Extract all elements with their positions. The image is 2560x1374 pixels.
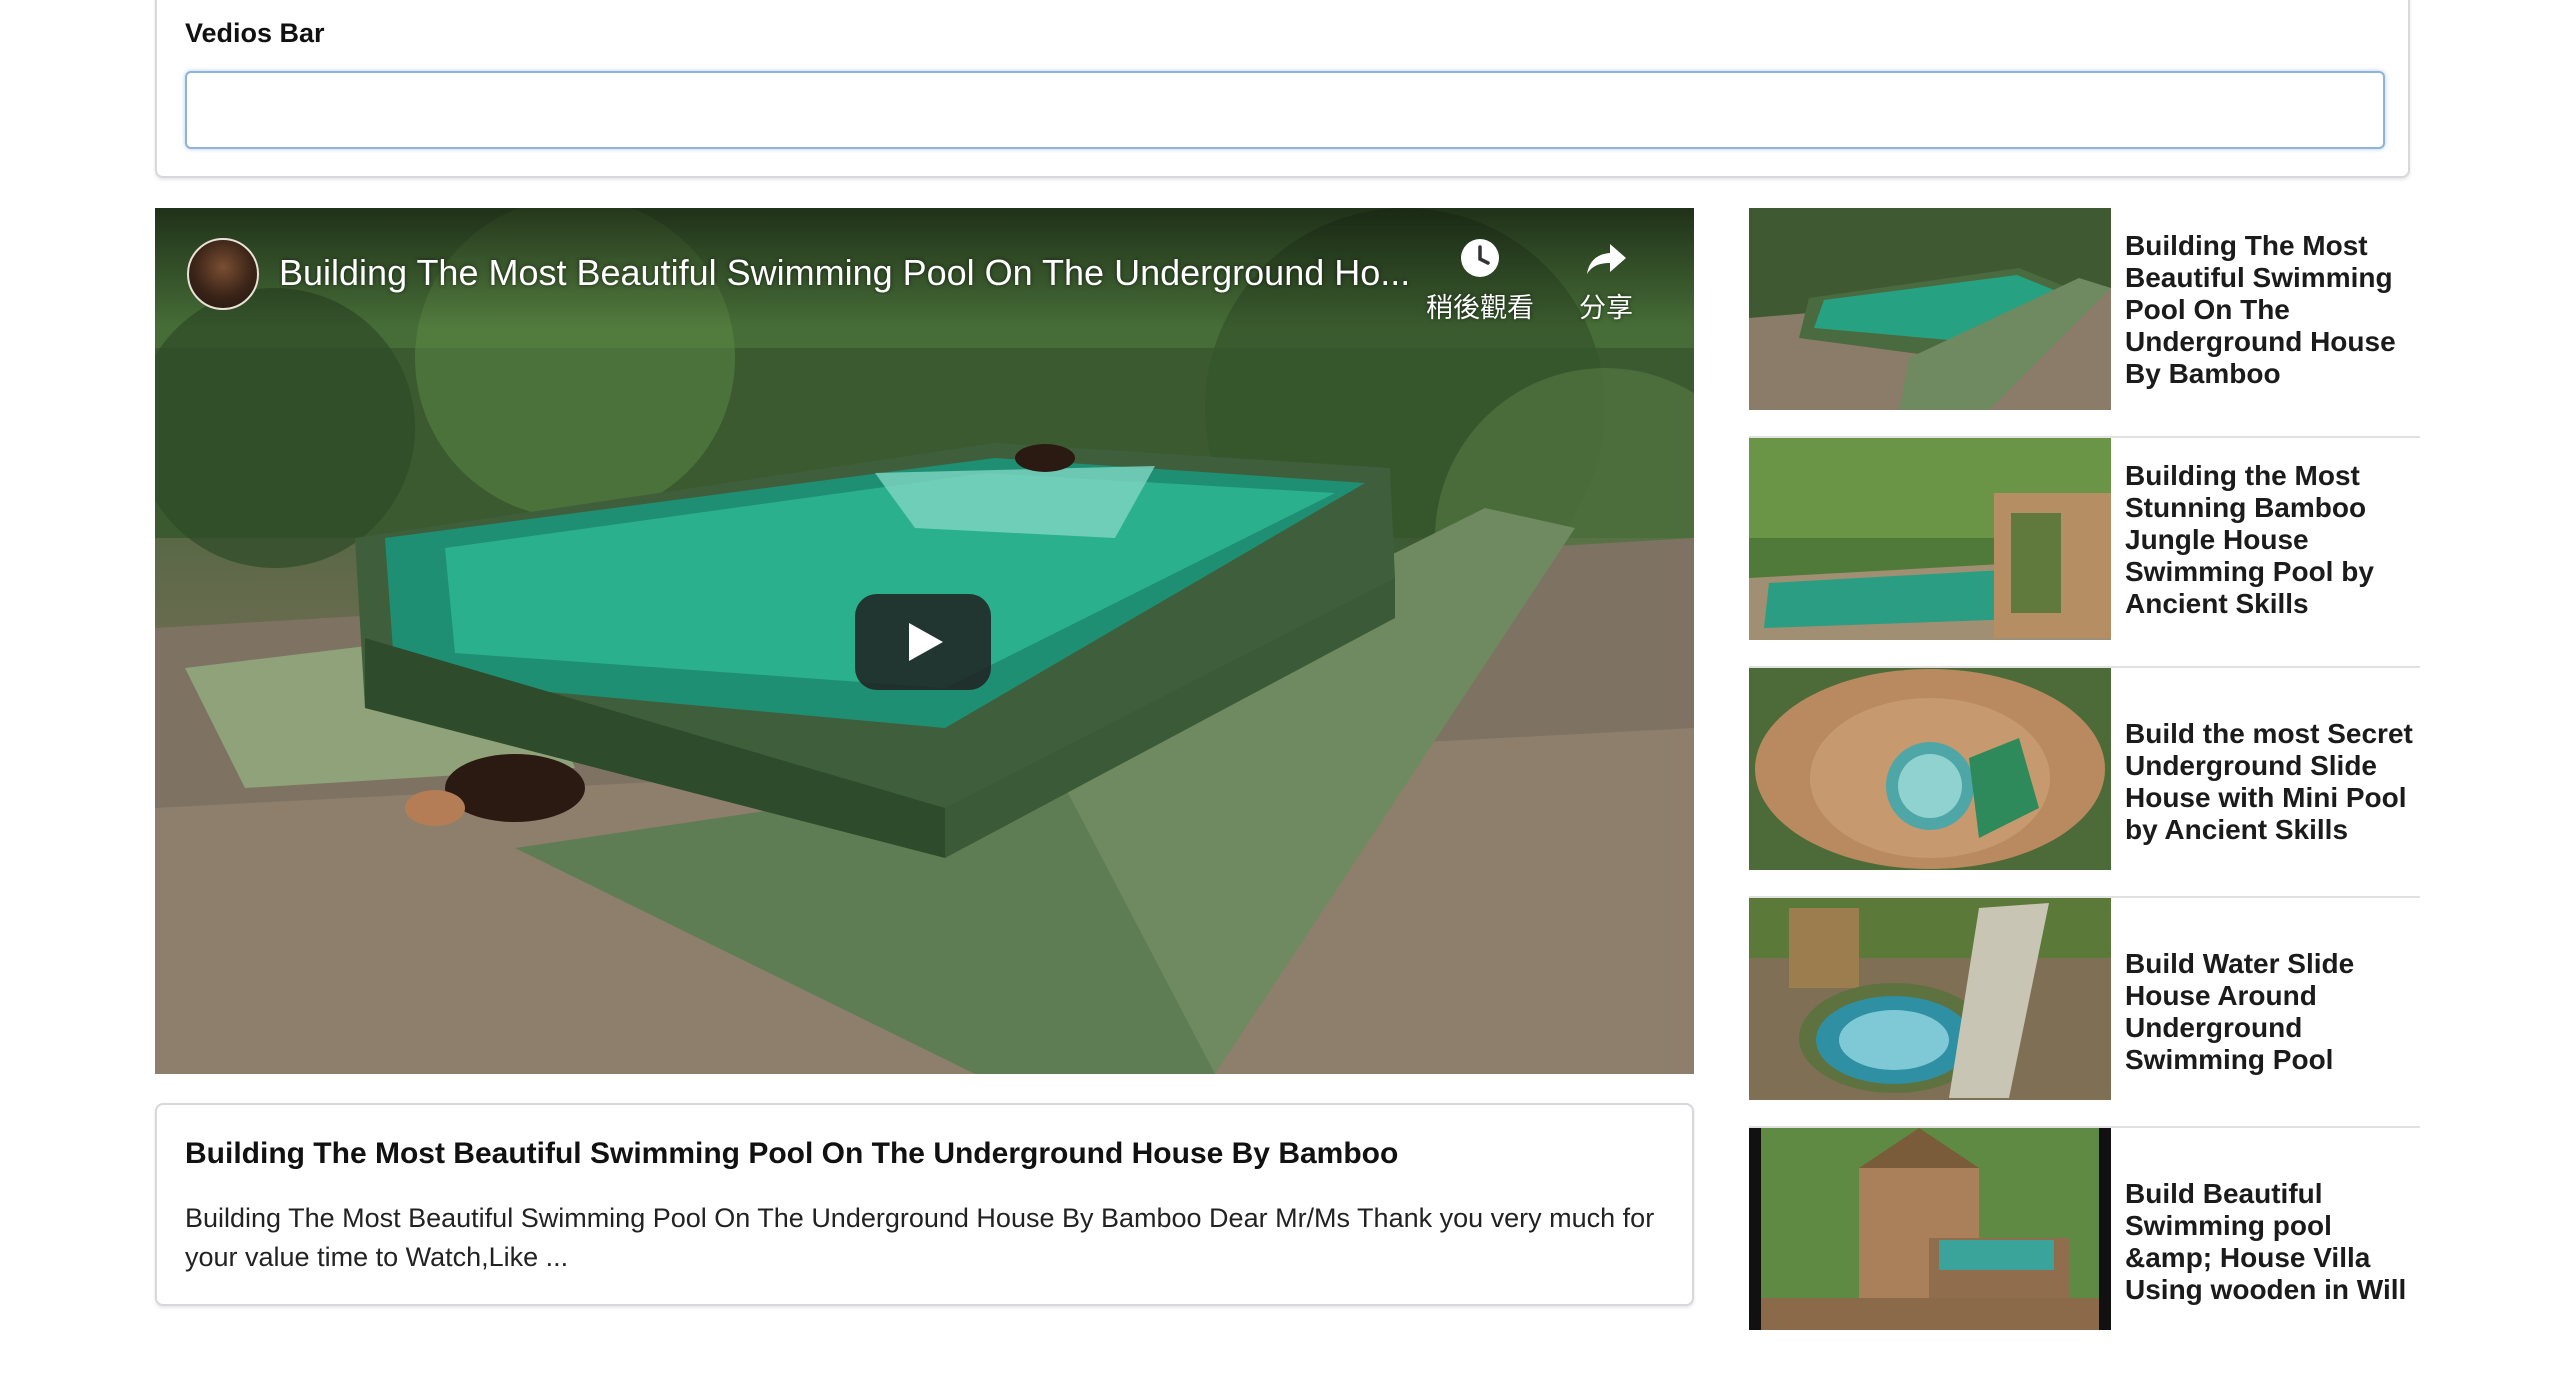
video-player[interactable]: Building The Most Beautiful Swimming Poo… (155, 208, 1694, 1074)
video-list-item[interactable]: Build the most Secret Underground Slide … (1749, 668, 2420, 898)
channel-avatar[interactable] (187, 238, 259, 310)
video-list-item-title[interactable]: Build the most Secret Underground Slide … (2125, 718, 2415, 846)
video-description-title: Building The Most Beautiful Swimming Poo… (185, 1137, 1399, 1170)
video-list-item-title[interactable]: Building the Most Stunning Bamboo Jungle… (2125, 460, 2415, 620)
video-thumbnail[interactable] (1749, 208, 2111, 410)
clock-icon (1461, 239, 1499, 277)
watch-later-label: 稍後觀看 (1426, 293, 1534, 323)
video-list-item-title[interactable]: Building The Most Beautiful Swimming Poo… (2125, 230, 2415, 390)
video-list-item[interactable]: Build Water Slide House Around Undergrou… (1749, 898, 2420, 1128)
share-button[interactable]: 分享 (1551, 236, 1661, 325)
video-list-item[interactable]: Building the Most Stunning Bamboo Jungle… (1749, 438, 2420, 668)
video-list-item-title[interactable]: Build Water Slide House Around Undergrou… (2125, 948, 2415, 1076)
play-button[interactable] (855, 594, 991, 690)
video-thumbnail[interactable] (1749, 438, 2111, 640)
play-icon (909, 623, 943, 661)
video-thumbnail[interactable] (1749, 668, 2111, 870)
share-arrow-icon (1587, 244, 1626, 274)
search-label: Vedios Bar (185, 18, 325, 48)
video-thumbnail[interactable] (1749, 898, 2111, 1100)
search-input[interactable] (185, 71, 2385, 149)
video-list-item-title[interactable]: Build Beautiful Swimming pool &amp; Hous… (2125, 1178, 2415, 1306)
video-thumbnail[interactable] (1749, 1128, 2111, 1330)
search-card: Vedios Bar (155, 0, 2410, 178)
video-description-text: Building The Most Beautiful Swimming Poo… (185, 1203, 1655, 1272)
video-list-item[interactable]: Build Beautiful Swimming pool &amp; Hous… (1749, 1128, 2420, 1358)
video-description-card: Building The Most Beautiful Swimming Poo… (155, 1103, 1694, 1306)
watch-later-button[interactable]: 稍後觀看 (1425, 236, 1535, 325)
video-list-item[interactable]: Building The Most Beautiful Swimming Poo… (1749, 208, 2420, 438)
share-label: 分享 (1579, 293, 1633, 323)
player-title[interactable]: Building The Most Beautiful Swimming Poo… (279, 252, 1569, 294)
related-videos-list: Building The Most Beautiful Swimming Poo… (1749, 208, 2420, 1358)
